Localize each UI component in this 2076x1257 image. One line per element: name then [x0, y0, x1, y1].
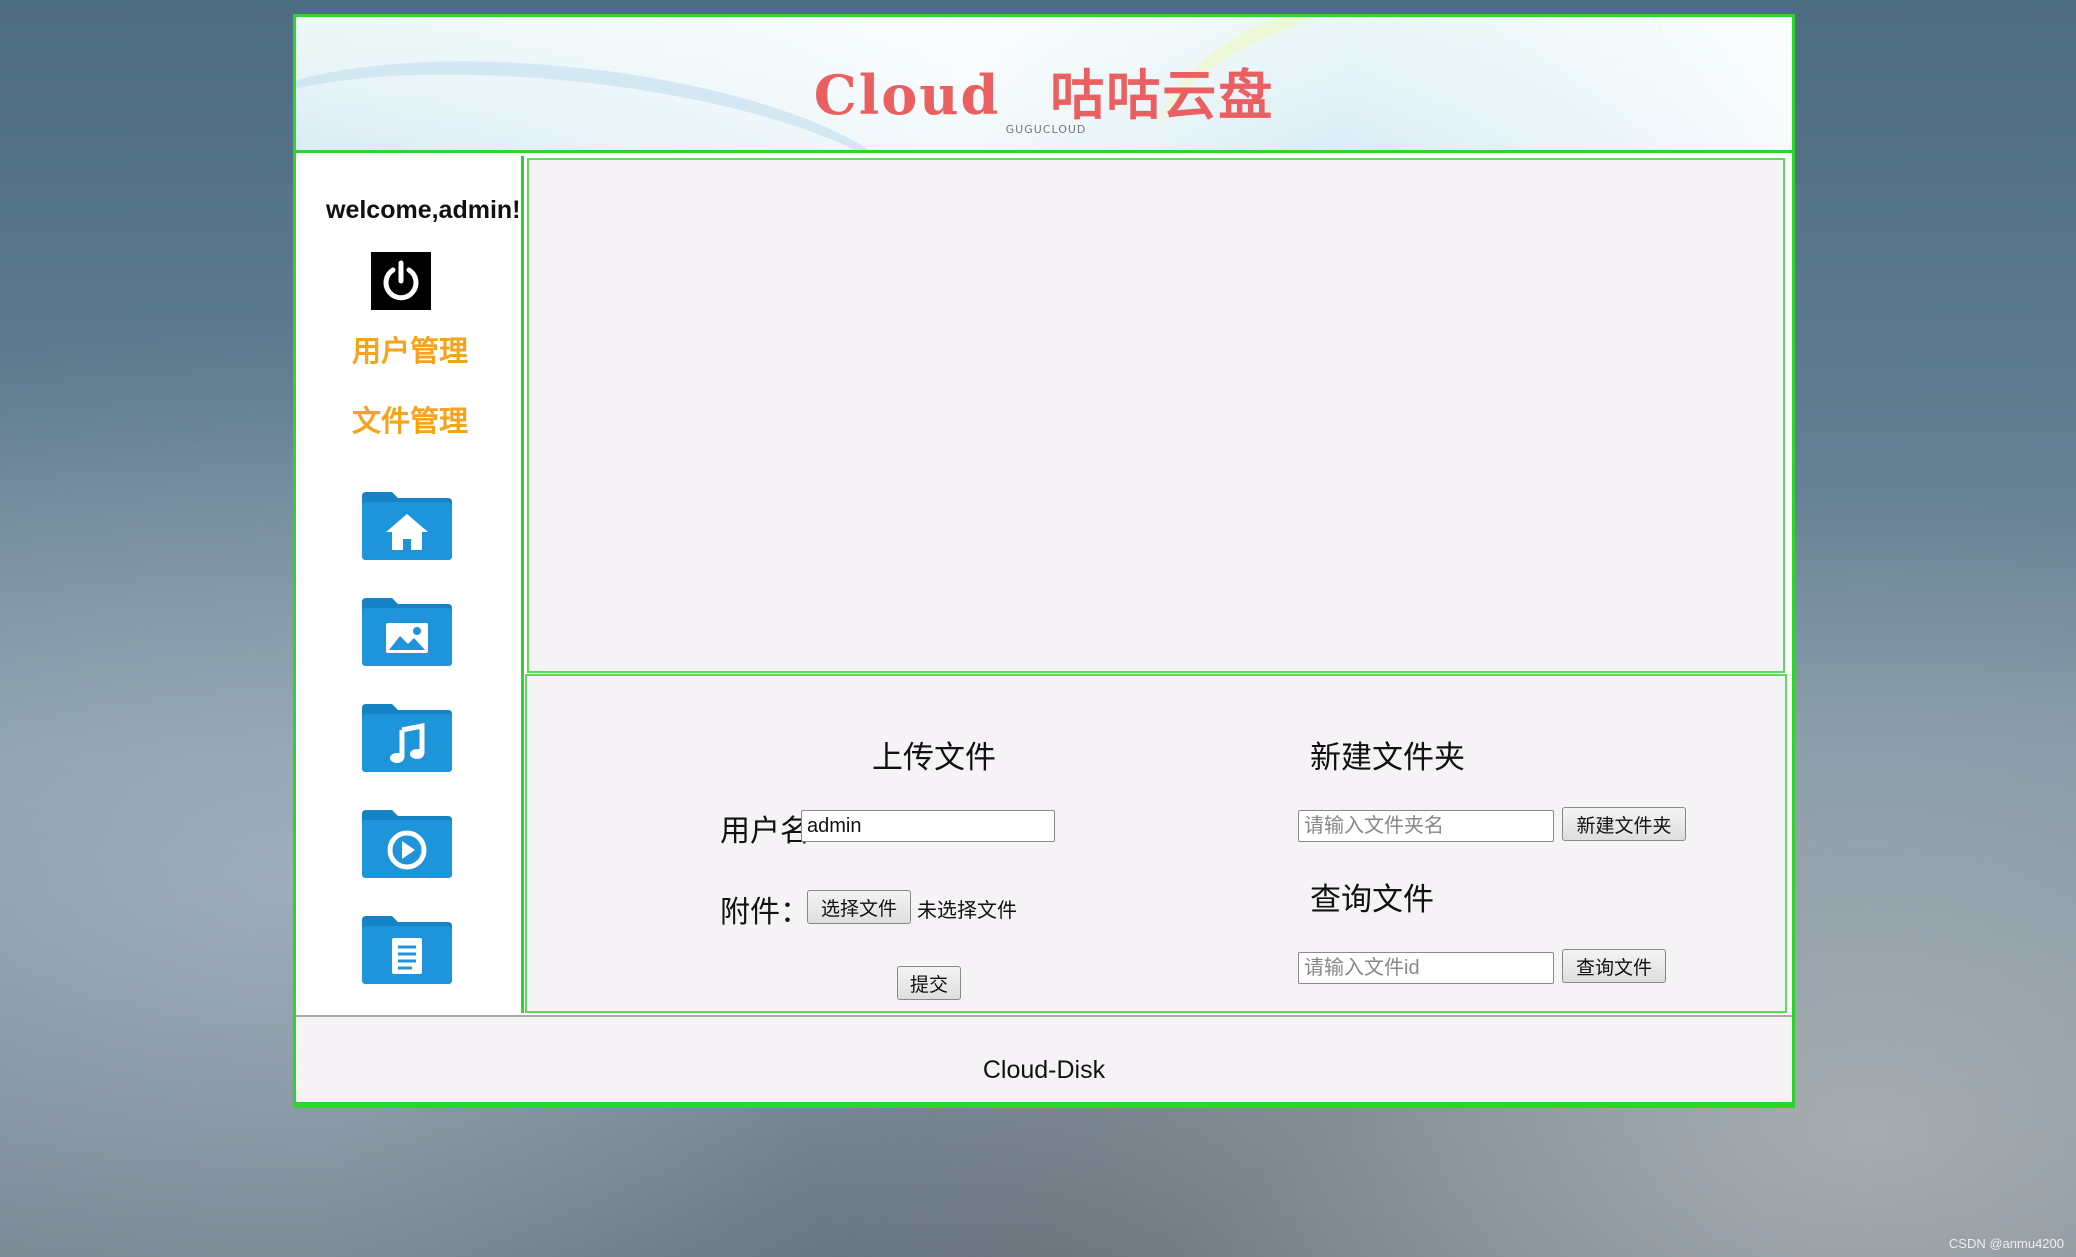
nav-file-management[interactable]: 文件管理: [296, 398, 524, 440]
upload-heading: 上传文件: [872, 740, 996, 776]
document-folder-icon[interactable]: [362, 916, 452, 984]
site-title: Cloud 咕咕云盘: [296, 51, 1792, 130]
choose-file-button[interactable]: 选择文件: [807, 890, 911, 924]
image-folder-icon[interactable]: [362, 598, 452, 666]
home-folder-icon[interactable]: [362, 492, 452, 560]
app-frame: Cloud 咕咕云盘 GUGUCLOUD welcome,admin! 用户管理 …: [293, 14, 1795, 1108]
submit-button[interactable]: 提交: [897, 966, 961, 1000]
attachment-label: 附件：: [720, 895, 810, 930]
content-preview-area: [527, 158, 1785, 673]
action-panel: 上传文件 用户名: 附件： 选择文件 未选择文件 提交 新建文件夹 新建文件夹 …: [525, 674, 1787, 1013]
footer-text: Cloud-Disk: [982, 1056, 1106, 1084]
site-subtitle: GUGUCLOUD: [1005, 123, 1087, 136]
username-input[interactable]: [801, 810, 1055, 842]
sidebar: welcome,admin! 用户管理 文件管理: [296, 156, 524, 1013]
power-icon[interactable]: [371, 252, 431, 310]
music-folder-icon[interactable]: [362, 704, 452, 772]
site-title-en: Cloud: [813, 63, 1001, 127]
welcome-text: welcome,admin!: [326, 196, 521, 224]
query-heading: 查询文件: [1310, 882, 1434, 918]
new-folder-button[interactable]: 新建文件夹: [1562, 807, 1686, 841]
footer: Cloud-Disk: [296, 1015, 1792, 1105]
folder-name-input[interactable]: [1298, 810, 1554, 842]
query-file-button[interactable]: 查询文件: [1562, 949, 1666, 983]
header-banner: Cloud 咕咕云盘 GUGUCLOUD: [296, 17, 1792, 153]
watermark: CSDN @anmu4200: [1948, 1236, 2064, 1251]
site-title-cn: 咕咕云盘: [1050, 63, 1275, 127]
new-folder-heading: 新建文件夹: [1310, 740, 1465, 776]
video-folder-icon[interactable]: [362, 810, 452, 878]
no-file-text: 未选择文件: [917, 898, 1017, 922]
nav-user-management[interactable]: 用户管理: [296, 328, 524, 370]
file-id-input[interactable]: [1298, 952, 1554, 984]
